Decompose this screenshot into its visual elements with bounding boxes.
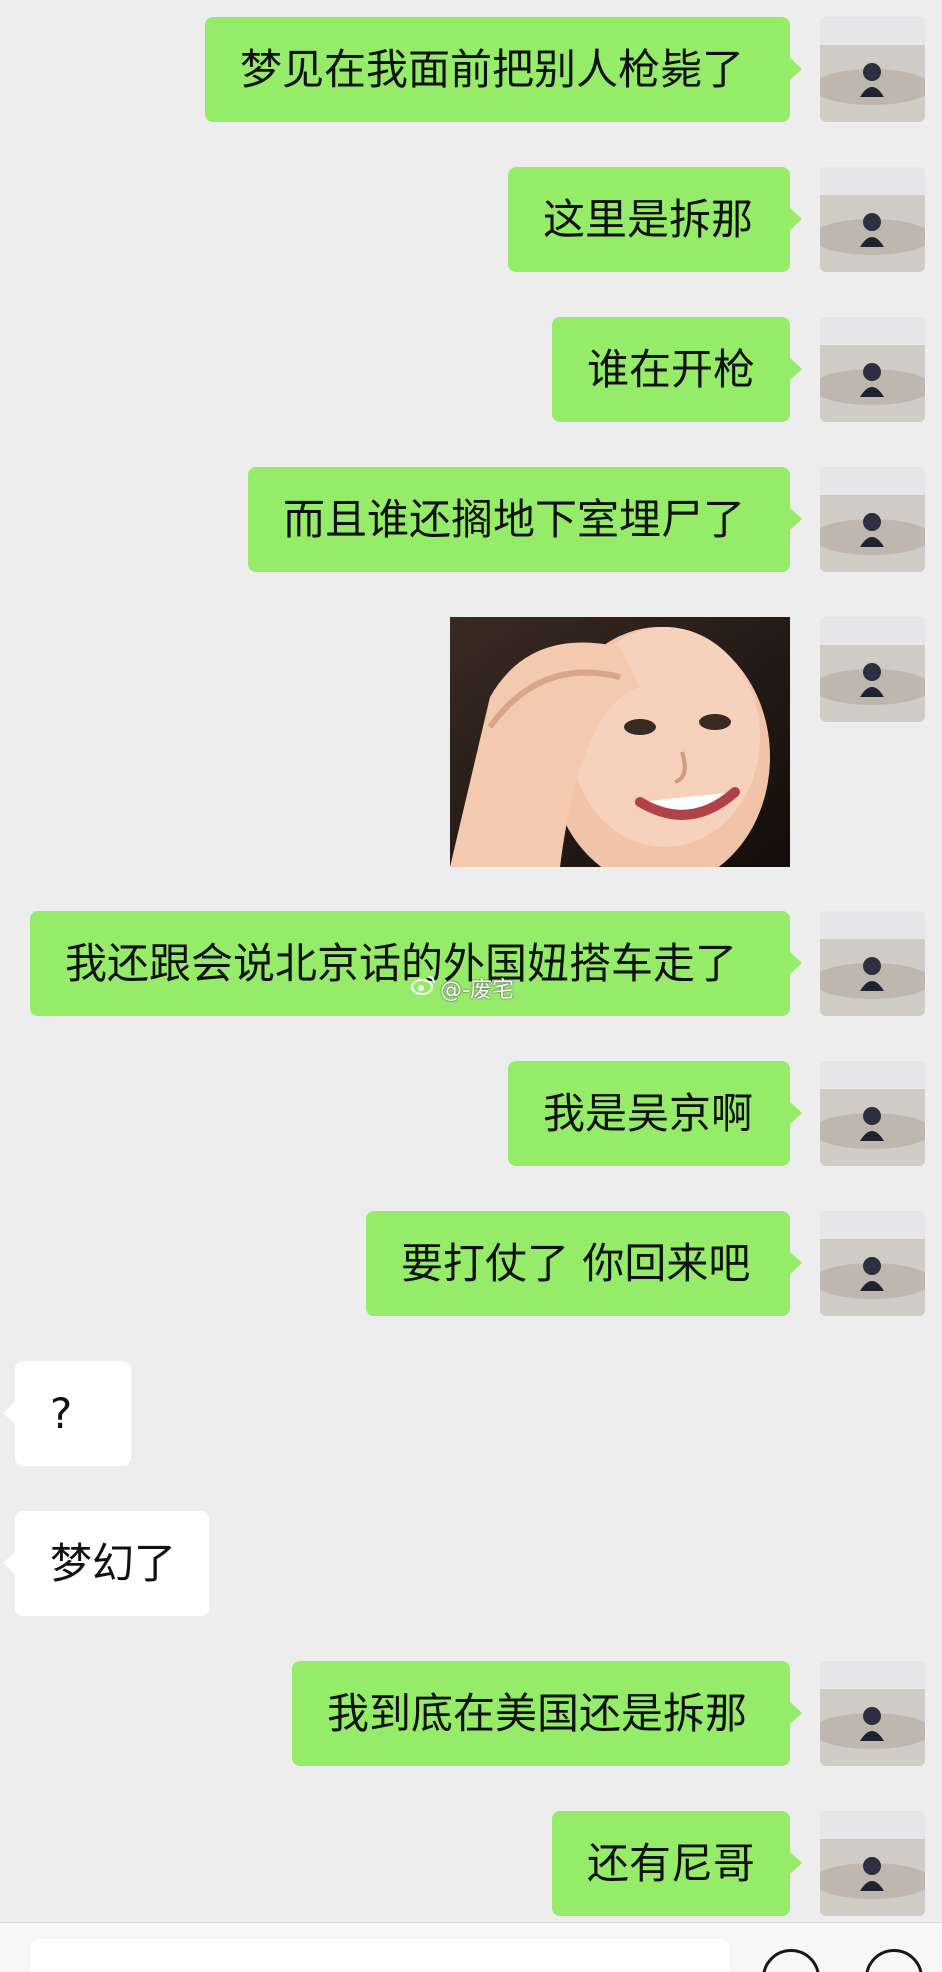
message-bubble[interactable]: 谁在开枪 [552, 317, 802, 422]
message-bubble[interactable]: 而且谁还搁地下室埋尸了 [248, 467, 802, 572]
message-bubble[interactable]: ? [3, 1361, 131, 1466]
message-bubble[interactable]: 我是吴京啊 [508, 1061, 802, 1166]
avatar[interactable] [820, 17, 925, 122]
message-input[interactable] [30, 1939, 730, 1972]
avatar[interactable] [820, 317, 925, 422]
avatar[interactable] [820, 1211, 925, 1316]
message-bubble[interactable]: 梦幻了 [3, 1511, 209, 1616]
avatar[interactable] [820, 1811, 925, 1916]
avatar[interactable] [820, 467, 925, 572]
avatar[interactable] [820, 911, 925, 1016]
input-bar [0, 1922, 942, 1972]
watermark-text: @-废宅 [440, 978, 514, 1003]
avatar[interactable] [820, 617, 925, 722]
voice-icon[interactable] [865, 1949, 923, 1972]
sticker-image[interactable] [450, 617, 790, 867]
message-bubble[interactable]: 这里是拆那 [508, 167, 802, 272]
avatar[interactable] [820, 1661, 925, 1766]
message-bubble[interactable]: 梦见在我面前把别人枪毙了 [205, 17, 802, 122]
avatar[interactable] [820, 1061, 925, 1166]
message-bubble[interactable]: 还有尼哥 [552, 1811, 802, 1916]
message-bubble[interactable]: 要打仗了 你回来吧 [366, 1211, 802, 1316]
watermark: @-废宅 [410, 972, 514, 1004]
avatar[interactable] [820, 167, 925, 272]
chat-window: 梦见在我面前把别人枪毙了 这里是拆那 谁在开枪 而且谁还搁地下室埋尸了 我还跟会… [0, 0, 942, 1972]
message-bubble[interactable]: 我到底在美国还是拆那 [292, 1661, 802, 1766]
emoji-icon[interactable] [762, 1949, 820, 1972]
weibo-icon [410, 974, 436, 1002]
